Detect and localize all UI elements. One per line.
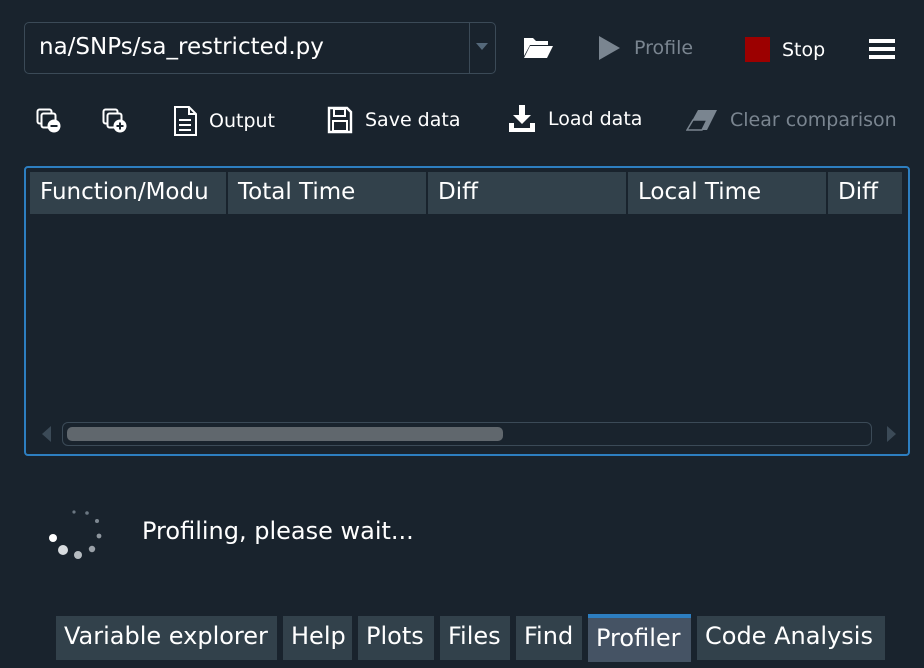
stop-label: Stop	[782, 38, 826, 61]
download-icon	[509, 105, 535, 132]
output-button[interactable]: Output	[173, 106, 275, 136]
column-header-local-diff[interactable]: Diff	[828, 172, 902, 214]
scroll-left-arrow-icon[interactable]	[42, 426, 51, 442]
tab-profiler[interactable]: Profiler	[588, 614, 691, 662]
open-file-button[interactable]	[522, 34, 554, 60]
horizontal-scrollbar[interactable]	[62, 422, 872, 446]
tab-code-analysis[interactable]: Code Analysis	[697, 616, 885, 660]
chevron-down-icon[interactable]	[476, 43, 488, 50]
tab-files[interactable]: Files	[440, 616, 510, 660]
options-menu-button[interactable]	[869, 38, 895, 60]
expand-all-button[interactable]	[102, 108, 128, 134]
output-label: Output	[209, 110, 275, 132]
save-data-button[interactable]: Save data	[327, 106, 460, 134]
tab-find[interactable]: Find	[516, 616, 582, 660]
document-icon	[174, 106, 197, 136]
scrollbar-thumb[interactable]	[67, 427, 503, 441]
collapse-tree-icon	[36, 108, 61, 133]
load-data-label: Load data	[548, 108, 643, 130]
combobox-divider	[469, 23, 470, 73]
clear-comparison-label: Clear comparison	[730, 109, 897, 131]
clear-comparison-button[interactable]: Clear comparison	[686, 108, 897, 132]
load-data-button[interactable]: Load data	[508, 104, 642, 134]
expand-tree-icon	[102, 108, 127, 133]
floppy-disk-icon	[327, 106, 353, 134]
profile-label: Profile	[634, 37, 694, 59]
stop-button[interactable]: Stop	[745, 37, 825, 62]
column-header-total-time[interactable]: Total Time	[228, 172, 426, 214]
column-header-diff[interactable]: Diff	[428, 172, 626, 214]
folder-open-icon	[524, 38, 553, 58]
profile-button[interactable]: Profile	[597, 35, 693, 61]
stop-icon	[745, 37, 770, 62]
profiler-results-table[interactable]: Function/Modu Total Time Diff Local Time…	[24, 166, 910, 456]
play-icon	[599, 36, 620, 60]
column-header-function[interactable]: Function/Modu	[30, 172, 226, 214]
file-path-text: na/SNPs/sa_restricted.py	[39, 34, 324, 60]
hamburger-menu-icon	[869, 39, 895, 59]
eraser-icon	[686, 110, 717, 131]
scroll-right-arrow-icon[interactable]	[887, 426, 896, 442]
table-header: Function/Modu Total Time Diff Local Time…	[30, 172, 906, 214]
tab-variable-explorer[interactable]: Variable explorer	[56, 616, 277, 660]
tab-plots[interactable]: Plots	[358, 616, 434, 660]
profiling-status-message: Profiling, please wait...	[142, 517, 414, 545]
column-header-local-time[interactable]: Local Time	[628, 172, 826, 214]
tab-help[interactable]: Help	[283, 616, 352, 660]
loading-spinner-icon	[49, 510, 102, 559]
save-data-label: Save data	[365, 109, 461, 131]
collapse-all-button[interactable]	[36, 108, 62, 134]
file-selector-combobox[interactable]: na/SNPs/sa_restricted.py	[24, 22, 496, 74]
